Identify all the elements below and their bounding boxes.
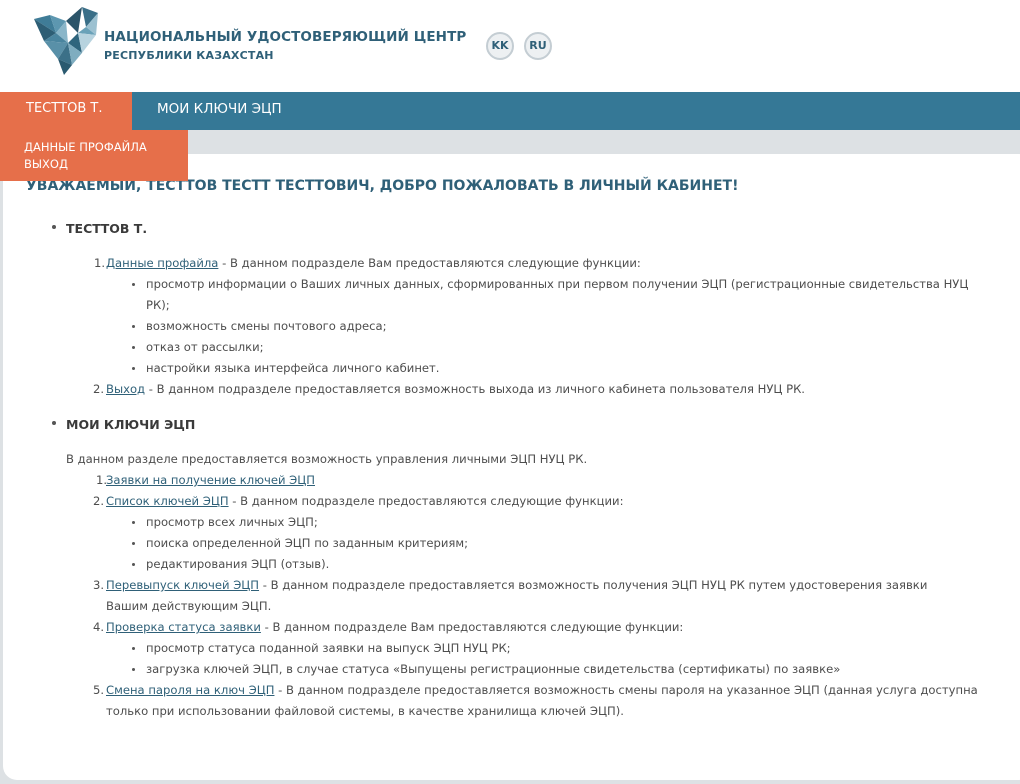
reissue-link[interactable]: Перевыпуск ключей ЭЦП <box>106 578 259 592</box>
sub-item-text: отказ от рассылки; <box>146 340 264 354</box>
bullet-icon <box>132 647 135 650</box>
nuc-logo-icon[interactable] <box>34 7 100 75</box>
sub-item-text: загрузка ключей ЭЦП, в случае статуса «В… <box>146 662 841 676</box>
list-item-text: - В данном подразделе предоставляется во… <box>145 382 805 396</box>
user-dropdown: ДАННЫЕ ПРОФАЙЛА ВЫХОД <box>0 130 188 181</box>
bullet-icon <box>52 421 56 425</box>
site-header: НАЦИОНАЛЬНЫЙ УДОСТОВЕРЯЮЩИЙ ЦЕНТР РЕСПУБ… <box>0 0 1020 92</box>
sub-item-text: РК); <box>146 298 170 312</box>
nav-user-menu[interactable]: ТЕСТТОВ Т. <box>0 92 132 130</box>
list-number: 2. <box>93 494 105 508</box>
lang-kk-button[interactable]: KK <box>486 32 514 60</box>
bullet-icon <box>132 346 135 349</box>
bullet-icon <box>132 668 135 671</box>
list-item-continuation: Вашим действующим ЭЦП. <box>106 599 272 613</box>
dropdown-logout-link[interactable]: ВЫХОД <box>24 156 188 173</box>
sub-item-text: возможность смены почтового адреса; <box>146 319 387 333</box>
list-item-status: Проверка статуса заявки - В данном подра… <box>106 617 683 638</box>
bullet-icon <box>132 283 135 286</box>
list-item-continuation: только при использовании файловой систем… <box>106 704 624 718</box>
change-password-link[interactable]: Смена пароля на ключ ЭЦП <box>106 683 274 697</box>
list-item-requests: Заявки на получение ключей ЭЦП <box>106 470 315 491</box>
list-item-key-list: Список ключей ЭЦП - В данном подразделе … <box>106 491 624 512</box>
dropdown-profile-link[interactable]: ДАННЫЕ ПРОФАЙЛА <box>24 139 188 156</box>
bullet-icon <box>52 225 56 229</box>
list-item-profile: Данные профайла - В данном подразделе Ва… <box>106 253 641 274</box>
sub-item-text: настройки языка интерфейса личного кабин… <box>146 361 440 375</box>
list-item-text: - В данном подразделе Вам предоставляютс… <box>260 620 684 634</box>
sub-item-text: просмотр информации о Ваших личных данны… <box>146 277 969 291</box>
bullet-icon <box>132 563 135 566</box>
sub-item: отказ от рассылки; <box>132 337 264 358</box>
sub-item-text: редактирования ЭЦП (отзыв). <box>146 557 330 571</box>
bullet-icon <box>132 325 135 328</box>
section-title: МОИ КЛЮЧИ ЭЦП <box>66 417 196 432</box>
section-intro: В данном разделе предоставляется возможн… <box>66 452 588 466</box>
list-item-logout: Выход - В данном подразделе предоставляе… <box>106 379 805 400</box>
sub-item: просмотр всех личных ЭЦП; <box>132 512 318 533</box>
sub-item: поиска определенной ЭЦП по заданным крит… <box>132 533 469 554</box>
lang-ru-button[interactable]: RU <box>524 32 552 60</box>
sub-item: настройки языка интерфейса личного кабин… <box>132 358 440 379</box>
status-check-link[interactable]: Проверка статуса заявки <box>106 620 261 634</box>
main-nav: ТЕСТТОВ Т. МОИ КЛЮЧИ ЭЦП <box>0 92 1020 130</box>
list-number: 2. <box>93 382 105 396</box>
sub-item-continuation: РК); <box>146 295 170 316</box>
list-item-text: - В данном подразделе предоставляется во… <box>259 578 928 592</box>
list-item-text: - В данном подразделе предоставляются сл… <box>228 494 624 508</box>
list-item-text: - В данном подразделе предоставляется во… <box>274 683 978 697</box>
profile-link[interactable]: Данные профайла <box>106 256 218 270</box>
brand: НАЦИОНАЛЬНЫЙ УДОСТОВЕРЯЮЩИЙ ЦЕНТР РЕСПУБ… <box>104 29 466 62</box>
sub-item: просмотр статуса поданной заявки на выпу… <box>132 638 511 659</box>
bullet-icon <box>132 367 135 370</box>
brand-title: НАЦИОНАЛЬНЫЙ УДОСТОВЕРЯЮЩИЙ ЦЕНТР <box>104 29 467 45</box>
brand-subtitle: РЕСПУБЛИКИ КАЗАХСТАН <box>104 49 274 62</box>
list-item-reissue: Перевыпуск ключей ЭЦП - В данном подразд… <box>106 575 927 596</box>
sub-item-text: просмотр всех личных ЭЦП; <box>146 515 318 529</box>
bullet-icon <box>132 521 135 524</box>
sub-item-text: поиска определенной ЭЦП по заданным крит… <box>146 536 469 550</box>
list-number: 1. <box>94 256 106 270</box>
list-item-text: - В данном подразделе Вам предоставляютс… <box>218 256 641 270</box>
sub-item: возможность смены почтового адреса; <box>132 316 387 337</box>
logout-link[interactable]: Выход <box>106 382 145 396</box>
content-panel: УВАЖАЕМЫЙ, ТЕСТТОВ ТЕСТТ ТЕСТТОВИЧ, ДОБР… <box>3 154 1020 780</box>
sub-item: редактирования ЭЦП (отзыв). <box>132 554 330 575</box>
list-number: 4. <box>93 620 105 634</box>
sub-item: просмотр информации о Ваших личных данны… <box>132 274 969 295</box>
list-item-password: Смена пароля на ключ ЭЦП - В данном подр… <box>106 680 978 701</box>
bullet-icon <box>132 542 135 545</box>
list-number: 5. <box>93 683 105 697</box>
section-title: ТЕСТТОВ Т. <box>66 221 148 236</box>
requests-link[interactable]: Заявки на получение ключей ЭЦП <box>106 473 315 487</box>
sub-item: загрузка ключей ЭЦП, в случае статуса «В… <box>132 659 841 680</box>
sub-item-text: просмотр статуса поданной заявки на выпу… <box>146 641 511 655</box>
list-number: 3. <box>93 578 105 592</box>
nav-my-keys[interactable]: МОИ КЛЮЧИ ЭЦП <box>157 92 282 130</box>
key-list-link[interactable]: Список ключей ЭЦП <box>106 494 229 508</box>
